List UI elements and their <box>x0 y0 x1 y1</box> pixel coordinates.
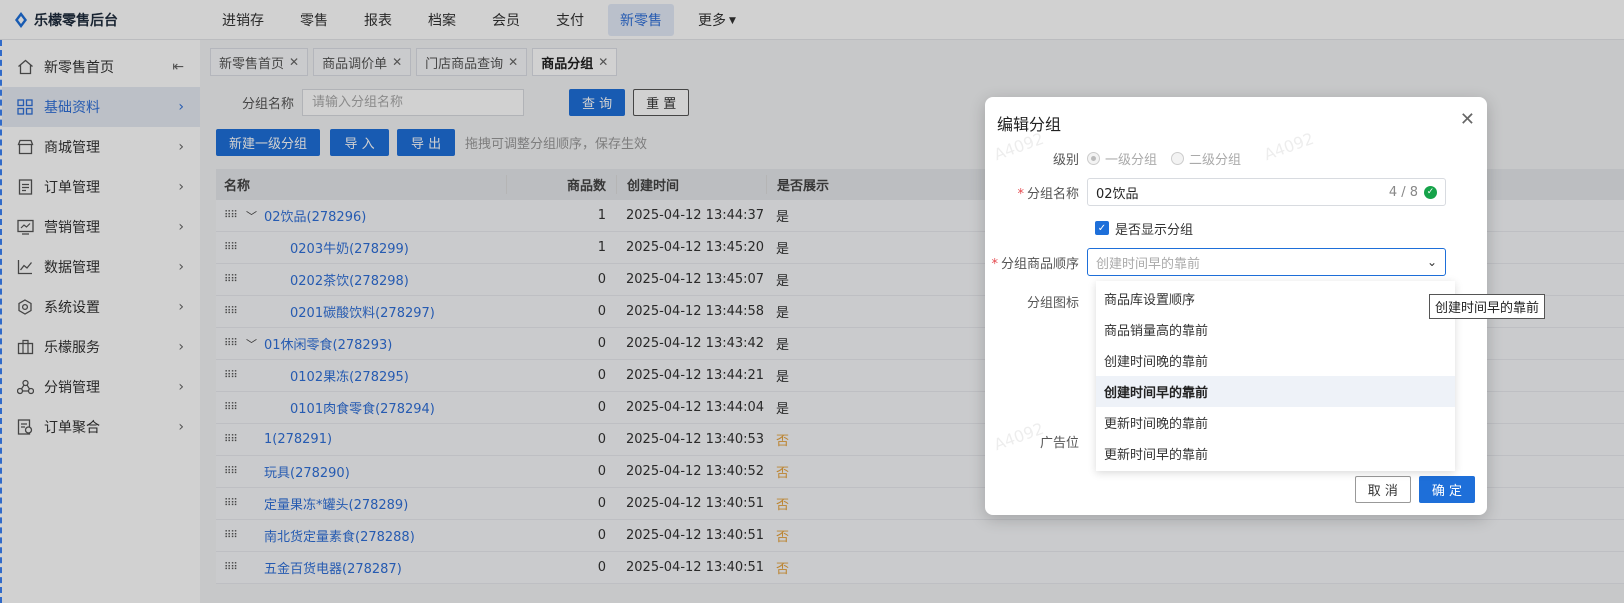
required-mark: * <box>1017 186 1024 202</box>
dropdown-option[interactable]: 商品销量高的靠前 <box>1096 314 1455 345</box>
radio-label: 一级分组 <box>1105 152 1158 168</box>
order-dropdown-menu: 商品库设置顺序 商品销量高的靠前 创建时间晚的靠前 创建时间早的靠前 更新时间晚… <box>1096 281 1455 471</box>
check-circle-icon: ✓ <box>1424 185 1437 199</box>
product-order-select[interactable]: 创建时间早的靠前 ⌄ <box>1087 248 1446 276</box>
watermark: A4092 <box>1261 128 1317 165</box>
radio-icon <box>1171 151 1185 165</box>
dialog-title: 编辑分组 <box>997 115 1062 134</box>
group-name-input[interactable]: 02饮品 4 / 8 ✓ <box>1087 178 1446 206</box>
show-group-label: 是否显示分组 <box>1115 222 1194 238</box>
show-group-row: ✓ 是否显示分组 <box>1095 218 1193 238</box>
icon-row: 分组图标 <box>985 291 1087 311</box>
radio-level-two[interactable]: 二级分组 <box>1171 149 1241 168</box>
icon-label: 分组图标 <box>1026 295 1079 311</box>
name-label-text: 分组名称 <box>1026 186 1079 202</box>
option-tooltip: 创建时间早的靠前 <box>1429 294 1546 319</box>
confirm-button[interactable]: 确 定 <box>1418 476 1475 503</box>
close-icon[interactable]: ✕ <box>1460 109 1475 130</box>
radio-label: 二级分组 <box>1189 152 1242 168</box>
order-select-placeholder: 创建时间早的靠前 <box>1096 256 1201 272</box>
order-label: * 分组商品顺序 <box>985 253 1087 272</box>
group-name-value: 02饮品 <box>1096 186 1139 202</box>
dialog-footer: 取 消 确 定 <box>1354 476 1475 503</box>
required-mark: * <box>991 256 998 272</box>
dropdown-option-selected[interactable]: 创建时间早的靠前 <box>1096 376 1455 407</box>
app-root: 乐檬零售后台 进销存 零售 报表 档案 会员 支付 新零售 更多 ▼ 新零售首页 … <box>0 0 1624 603</box>
dropdown-option[interactable]: 更新时间早的靠前 <box>1096 438 1455 469</box>
level-row: 级别 一级分组 二级分组 <box>985 148 1255 168</box>
name-row: * 分组名称 02饮品 4 / 8 ✓ <box>985 178 1446 206</box>
ad-label: 广告位 <box>1039 435 1079 451</box>
dropdown-option[interactable]: 创建时间晚的靠前 <box>1096 345 1455 376</box>
level-label: 级别 <box>1052 152 1079 168</box>
show-group-checkbox[interactable]: ✓ <box>1095 221 1109 235</box>
name-label: * 分组名称 <box>985 183 1087 202</box>
cancel-button[interactable]: 取 消 <box>1354 476 1411 503</box>
radio-level-one[interactable]: 一级分组 <box>1087 149 1157 168</box>
order-label-text: 分组商品顺序 <box>1000 256 1079 272</box>
radio-checked-icon <box>1087 151 1100 165</box>
dropdown-option[interactable]: 商品库设置顺序 <box>1096 283 1455 314</box>
ad-row: 广告位 <box>985 431 1087 451</box>
order-row: * 分组商品顺序 创建时间早的靠前 ⌄ <box>985 248 1446 276</box>
char-count: 4 / 8 <box>1388 184 1418 200</box>
chevron-down-icon: ⌄ <box>1426 255 1437 269</box>
dropdown-option[interactable]: 更新时间晚的靠前 <box>1096 407 1455 438</box>
